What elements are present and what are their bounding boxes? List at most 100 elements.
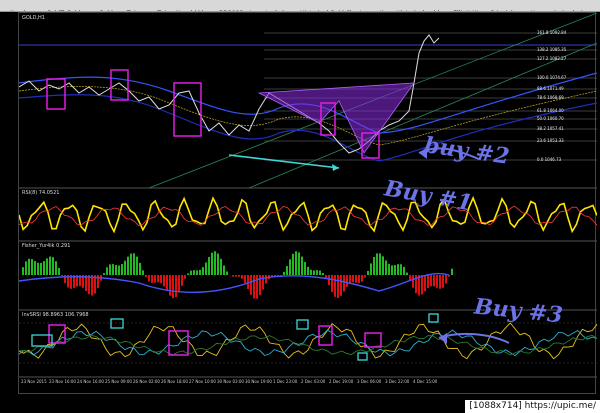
- fisher-bar: [235, 275, 237, 277]
- fisher-bar: [121, 264, 123, 275]
- image-host-footer[interactable]: [1088x714] https://upic.me/: [465, 400, 600, 413]
- time-axis-tick: 27 Nov 10:00: [189, 379, 216, 384]
- fisher-bar: [358, 275, 360, 284]
- stoch-line-b: [19, 329, 597, 357]
- fisher-bar: [40, 262, 42, 275]
- fisher-bar: [58, 268, 60, 275]
- arrow-head: [332, 164, 339, 171]
- fisher-bar: [403, 266, 405, 275]
- fisher-bar: [46, 258, 48, 275]
- highlight-boxes-main: [46, 69, 380, 159]
- trading-chart[interactable]: GOLD,H1 RSI(8) 74.0521 Fisher_Yur4ik 0.2…: [18, 12, 597, 394]
- stoch-pane-label: InvSRSI 98.8963 106.7968: [22, 312, 89, 318]
- fisher-bar: [169, 275, 171, 296]
- fib-level-label: 23.6 1053.33: [537, 138, 564, 143]
- fisher-bar: [211, 252, 213, 275]
- time-axis-tick: 23 Nov 16:00: [49, 379, 76, 384]
- fisher-bar: [385, 260, 387, 275]
- fisher-bar: [184, 275, 186, 279]
- stoch-line-c: [19, 334, 597, 356]
- fib-level-label: 61.8 1064.00: [537, 108, 564, 113]
- fisher-bar: [451, 268, 453, 275]
- rsi-pane-label: RSI(8) 74.0521: [22, 190, 60, 196]
- fisher-bar: [313, 270, 315, 275]
- fisher-bar: [343, 275, 345, 292]
- fib-level-label: 50.0 1060.70: [537, 116, 564, 121]
- fisher-bar: [289, 259, 291, 275]
- time-axis-tick: 25 Nov 09:00: [105, 379, 132, 384]
- fisher-bar: [172, 275, 174, 299]
- fisher-bar: [34, 261, 36, 275]
- fisher-bar: [226, 271, 228, 275]
- time-axis-tick: 3 Dec 06:00: [357, 379, 382, 384]
- time-axis-tick: 3 Dec 22:00: [385, 379, 410, 384]
- fisher-bar: [166, 275, 168, 292]
- fisher-bar: [292, 253, 294, 275]
- fib-level-label: 100.0 1074.67: [537, 75, 567, 80]
- fisher-bar: [262, 275, 264, 290]
- fisher-bar: [382, 256, 384, 275]
- fisher-bar: [22, 267, 24, 275]
- fisher-bar: [352, 275, 354, 283]
- fisher-bar: [244, 275, 246, 284]
- fisher-bar: [406, 272, 408, 275]
- fisher-bar: [52, 257, 54, 275]
- fisher-bar: [376, 253, 378, 275]
- fisher-bar: [355, 275, 357, 283]
- fisher-bar: [151, 275, 153, 284]
- fisher-bar: [157, 275, 159, 283]
- time-axis-tick: 30 Nov 03:00: [217, 379, 244, 384]
- fisher-bar: [439, 275, 441, 289]
- fisher-bar: [175, 275, 177, 298]
- fisher-bar: [61, 275, 63, 277]
- fisher-bar: [178, 275, 180, 293]
- fisher-bar: [436, 275, 438, 288]
- fisher-bar: [388, 263, 390, 275]
- fisher-bar: [220, 258, 222, 275]
- fisher-bar: [391, 265, 393, 275]
- fisher-bar: [196, 270, 198, 275]
- fisher-bar: [322, 273, 324, 275]
- rsi-line: [19, 195, 597, 234]
- fisher-bar: [334, 275, 336, 297]
- time-axis-tick: 30 Nov 19:00: [245, 379, 272, 384]
- fisher-bar: [340, 275, 342, 296]
- fisher-bar: [49, 256, 51, 275]
- fisher-bar: [199, 269, 201, 275]
- time-axis-tick: 24 Nov 16:00: [77, 379, 104, 384]
- fisher-bar: [181, 275, 183, 286]
- fisher-bar: [286, 266, 288, 275]
- fisher-bar: [130, 253, 132, 275]
- fisher-bar: [118, 265, 120, 275]
- highlight-box: [364, 332, 382, 348]
- fisher-bar: [163, 275, 165, 287]
- fisher-bar: [217, 253, 219, 275]
- fisher-bar: [190, 270, 192, 275]
- fisher-bar: [238, 275, 240, 277]
- fisher-bar: [283, 271, 285, 275]
- fisher-bar: [109, 264, 111, 275]
- fisher-bar: [253, 275, 255, 299]
- fisher-bar: [247, 275, 249, 290]
- fisher-bar: [154, 275, 156, 283]
- fisher-bar: [310, 269, 312, 275]
- time-axis-tick: 4 Dec 15:00: [413, 379, 438, 384]
- fisher-bar: [328, 275, 330, 286]
- fisher-bar: [316, 270, 318, 275]
- fisher-bar: [91, 275, 93, 296]
- fisher-bar: [55, 261, 57, 275]
- fisher-bar: [412, 275, 414, 288]
- fisher-bar: [301, 256, 303, 275]
- fisher-bar: [241, 275, 243, 279]
- fisher-bar: [214, 251, 216, 275]
- fisher-bar: [148, 275, 150, 282]
- fisher-bar: [88, 275, 90, 295]
- fisher-bar: [298, 252, 300, 275]
- fib-level-label: 0.0 1046.73: [537, 157, 562, 162]
- time-axis-tick: 26 Nov 18:00: [161, 379, 188, 384]
- fisher-bar: [304, 262, 306, 275]
- fisher-bar: [364, 275, 366, 278]
- fisher-bar: [409, 275, 411, 281]
- fisher-bar: [424, 275, 426, 292]
- highlight-box: [168, 330, 189, 356]
